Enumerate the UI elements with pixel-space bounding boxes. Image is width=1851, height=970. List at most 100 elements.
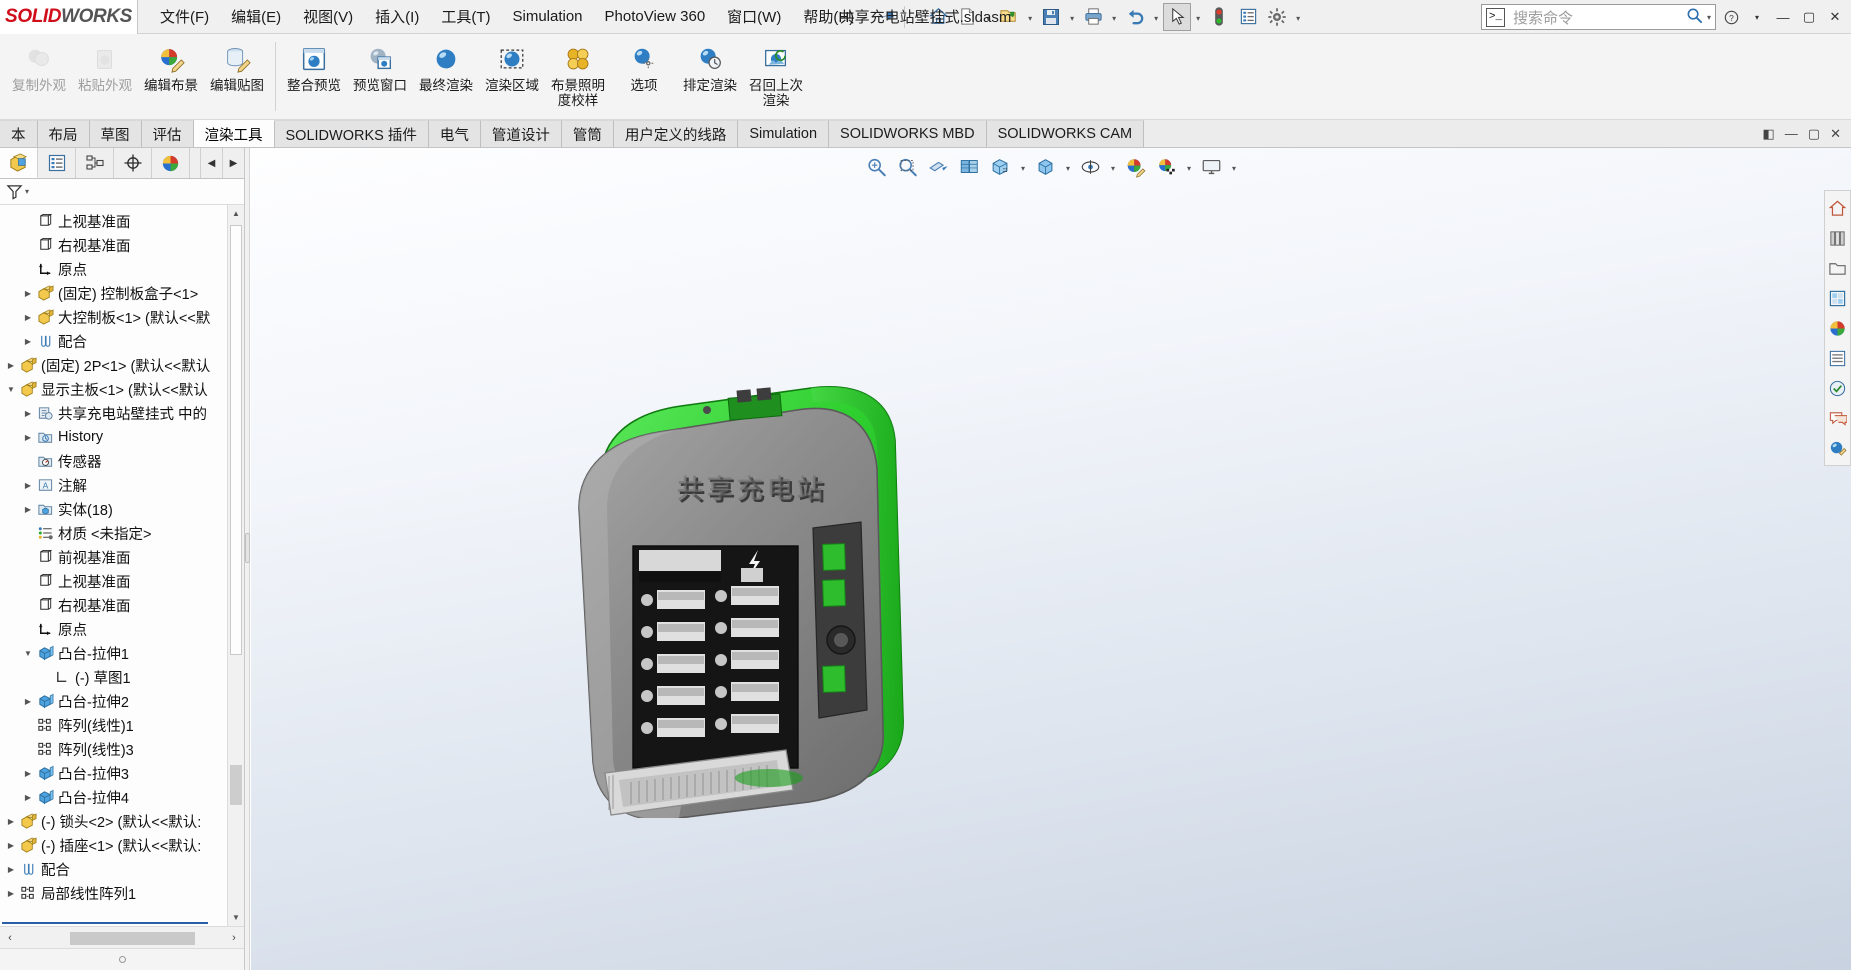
tab-solidworks-cam[interactable]: SOLIDWORKS CAM [986, 120, 1145, 147]
tree-expand-icon[interactable]: ▶ [4, 817, 18, 826]
tree-collapse-icon[interactable]: ▼ [4, 385, 18, 394]
restore-doc-button[interactable]: ▢ [1808, 126, 1820, 142]
magnifier-icon[interactable] [1686, 7, 1703, 28]
edit-scene-button[interactable]: 编辑布景 [138, 38, 204, 114]
tab-simulation[interactable]: Simulation [738, 120, 830, 147]
hide-show-items-dropdown-icon[interactable]: ▾ [1063, 154, 1074, 180]
minimize-doc-button[interactable]: — [1785, 126, 1798, 141]
undo-button[interactable] [1121, 3, 1149, 31]
undo-dropdown-icon[interactable]: ▾ [1150, 3, 1162, 31]
tree-expand-icon[interactable]: ▶ [21, 409, 35, 418]
tab-routing-piping[interactable]: 管道设计 [480, 120, 562, 147]
splitter-grip[interactable] [245, 533, 250, 563]
tree-item-lock-head[interactable]: ▶ (-) 锁头<2> (默认<<默认: [0, 809, 244, 833]
tree-filter-bar[interactable]: ▾ [0, 179, 244, 205]
apply-scene-button[interactable] [1122, 154, 1150, 180]
tree-expand-icon[interactable]: ▶ [21, 433, 35, 442]
rebuild-button[interactable] [1205, 3, 1233, 31]
tree-item-history[interactable]: ▶ History [0, 425, 244, 449]
help-icon[interactable]: ? [1719, 3, 1743, 31]
tree-scroll-down-button[interactable]: ▼ [228, 909, 244, 926]
tree-item-boss-extrude-3[interactable]: ▶ 凸台-拉伸3 [0, 761, 244, 785]
filter-dropdown-icon[interactable]: ▾ [25, 187, 29, 196]
menu-file[interactable]: 文件(F) [150, 2, 219, 31]
recall-last-render-button[interactable]: 召回上次渲染 [743, 38, 809, 114]
tree-item-boss-extrude-4[interactable]: ▶ 凸台-拉伸4 [0, 785, 244, 809]
view-palette-button[interactable] [1826, 286, 1850, 310]
display-style-dropdown-icon[interactable]: ▾ [1018, 154, 1029, 180]
tree-expand-icon[interactable]: ▶ [4, 841, 18, 850]
tree-scroll-up-button[interactable]: ▲ [228, 205, 244, 222]
tree-scroll-right-button[interactable]: › [224, 932, 244, 944]
schedule-render-button[interactable]: 排定渲染 [677, 38, 743, 114]
feature-tree[interactable]: 上视基准面 右视基准面 原点 ▶ (固定) 控制板盒子<1> ▶ 大控制板<1> (默认<<… [0, 205, 244, 926]
minimize-window-button[interactable]: — [1771, 3, 1795, 31]
menu-help[interactable]: 帮助(H) [793, 2, 864, 31]
edit-appearance-button[interactable] [1077, 154, 1105, 180]
tree-expand-icon[interactable]: ▶ [4, 361, 18, 370]
custom-properties-button[interactable] [1826, 346, 1850, 370]
tree-collapse-icon[interactable]: ▼ [21, 649, 35, 658]
file-explorer-button[interactable] [1826, 256, 1850, 280]
view-settings-button[interactable] [1153, 154, 1181, 180]
panel-splitter[interactable] [245, 148, 250, 970]
help-dropdown-icon[interactable]: ▾ [1745, 3, 1769, 31]
open-document-dropdown-icon[interactable]: ▾ [1024, 3, 1036, 31]
configuration-manager-tab[interactable] [76, 148, 114, 178]
menu-photoview[interactable]: PhotoView 360 [595, 4, 716, 29]
preview-window-button[interactable]: 预览窗口 [347, 38, 413, 114]
tree-expand-icon[interactable]: ▶ [21, 793, 35, 802]
tree-item-large-control-panel[interactable]: ▶ 大控制板<1> (默认<<默 [0, 305, 244, 329]
tree-scroll-left-button[interactable]: ‹ [0, 932, 20, 944]
edit-decal-button[interactable]: 编辑贴图 [204, 38, 270, 114]
tree-expand-icon[interactable]: ▶ [21, 337, 35, 346]
section-view-button[interactable] [925, 154, 953, 180]
zoom-to-area-button[interactable] [894, 154, 922, 180]
tree-item-origin[interactable]: 原点 [0, 257, 244, 281]
edit-appearance-dropdown-icon[interactable]: ▾ [1108, 154, 1119, 180]
appearances-scenes-button[interactable] [1826, 316, 1850, 340]
tree-item-annotations[interactable]: ▶ A 注解 [0, 473, 244, 497]
charging-station-model[interactable]: 共享充电站 共享充电站 [561, 318, 981, 818]
tree-item-right-plane-2[interactable]: 右视基准面 [0, 593, 244, 617]
tree-item-in-context[interactable]: ▶ 共享充电站壁挂式 中的 [0, 401, 244, 425]
tree-item-origin-2[interactable]: 原点 [0, 617, 244, 641]
tree-hscroll-thumb[interactable] [70, 931, 195, 945]
tree-item-top-plane[interactable]: 上视基准面 [0, 209, 244, 233]
options-dropdown-icon[interactable]: ▾ [1292, 3, 1304, 31]
final-render-button[interactable]: 最终渲染 [413, 38, 479, 114]
print-dropdown-icon[interactable]: ▾ [1108, 3, 1120, 31]
tree-item-top-plane-2[interactable]: 上视基准面 [0, 569, 244, 593]
tab-render-tools[interactable]: 渲染工具 [193, 120, 275, 147]
select-dropdown-icon[interactable]: ▾ [1192, 3, 1204, 31]
fm-scroll-right-button[interactable]: ▶ [222, 148, 244, 178]
design-library-button[interactable] [1826, 226, 1850, 250]
close-doc-button[interactable]: ✕ [1830, 126, 1841, 142]
scene-illumination-proof-button[interactable]: 布景照明度校样 [545, 38, 611, 114]
viewport-layout-button[interactable] [1198, 154, 1226, 180]
dimxpert-manager-tab[interactable] [114, 148, 152, 178]
menu-insert[interactable]: 插入(I) [365, 2, 429, 31]
menu-view[interactable]: 视图(V) [293, 2, 363, 31]
tree-hscroll-track[interactable] [20, 931, 224, 945]
viewport-layout-dropdown-icon[interactable]: ▾ [1229, 154, 1240, 180]
tree-item-linear-pattern-1[interactable]: 阵列(线性)1 [0, 713, 244, 737]
tree-expand-icon[interactable]: ▶ [21, 481, 35, 490]
save-button[interactable] [1037, 3, 1065, 31]
tree-item-sketch-1[interactable]: (-) 草图1 [0, 665, 244, 689]
sw-forum-button[interactable] [1826, 406, 1850, 430]
tree-item-sensors[interactable]: 传感器 [0, 449, 244, 473]
render-region-button[interactable]: 渲染区域 [479, 38, 545, 114]
copy-appearance-button[interactable]: 复制外观 [6, 38, 72, 114]
search-dropdown-icon[interactable]: ▾ [1707, 13, 1711, 22]
tree-item-material[interactable]: 材质 <未指定> [0, 521, 244, 545]
display-manager-tab[interactable] [152, 148, 190, 178]
paste-appearance-button[interactable]: 粘贴外观 [72, 38, 138, 114]
new-document-dropdown-icon[interactable]: ▾ [982, 3, 994, 31]
search-commands-box[interactable]: >_ 搜索命令 ▾ [1481, 4, 1716, 30]
tree-expand-icon[interactable]: ▶ [21, 313, 35, 322]
menu-edit[interactable]: 编辑(E) [221, 2, 291, 31]
tab-assembly-partial[interactable]: 本 [0, 120, 38, 147]
integrated-preview-button[interactable]: 整合预览 [281, 38, 347, 114]
tree-item-socket[interactable]: ▶ (-) 插座<1> (默认<<默认: [0, 833, 244, 857]
